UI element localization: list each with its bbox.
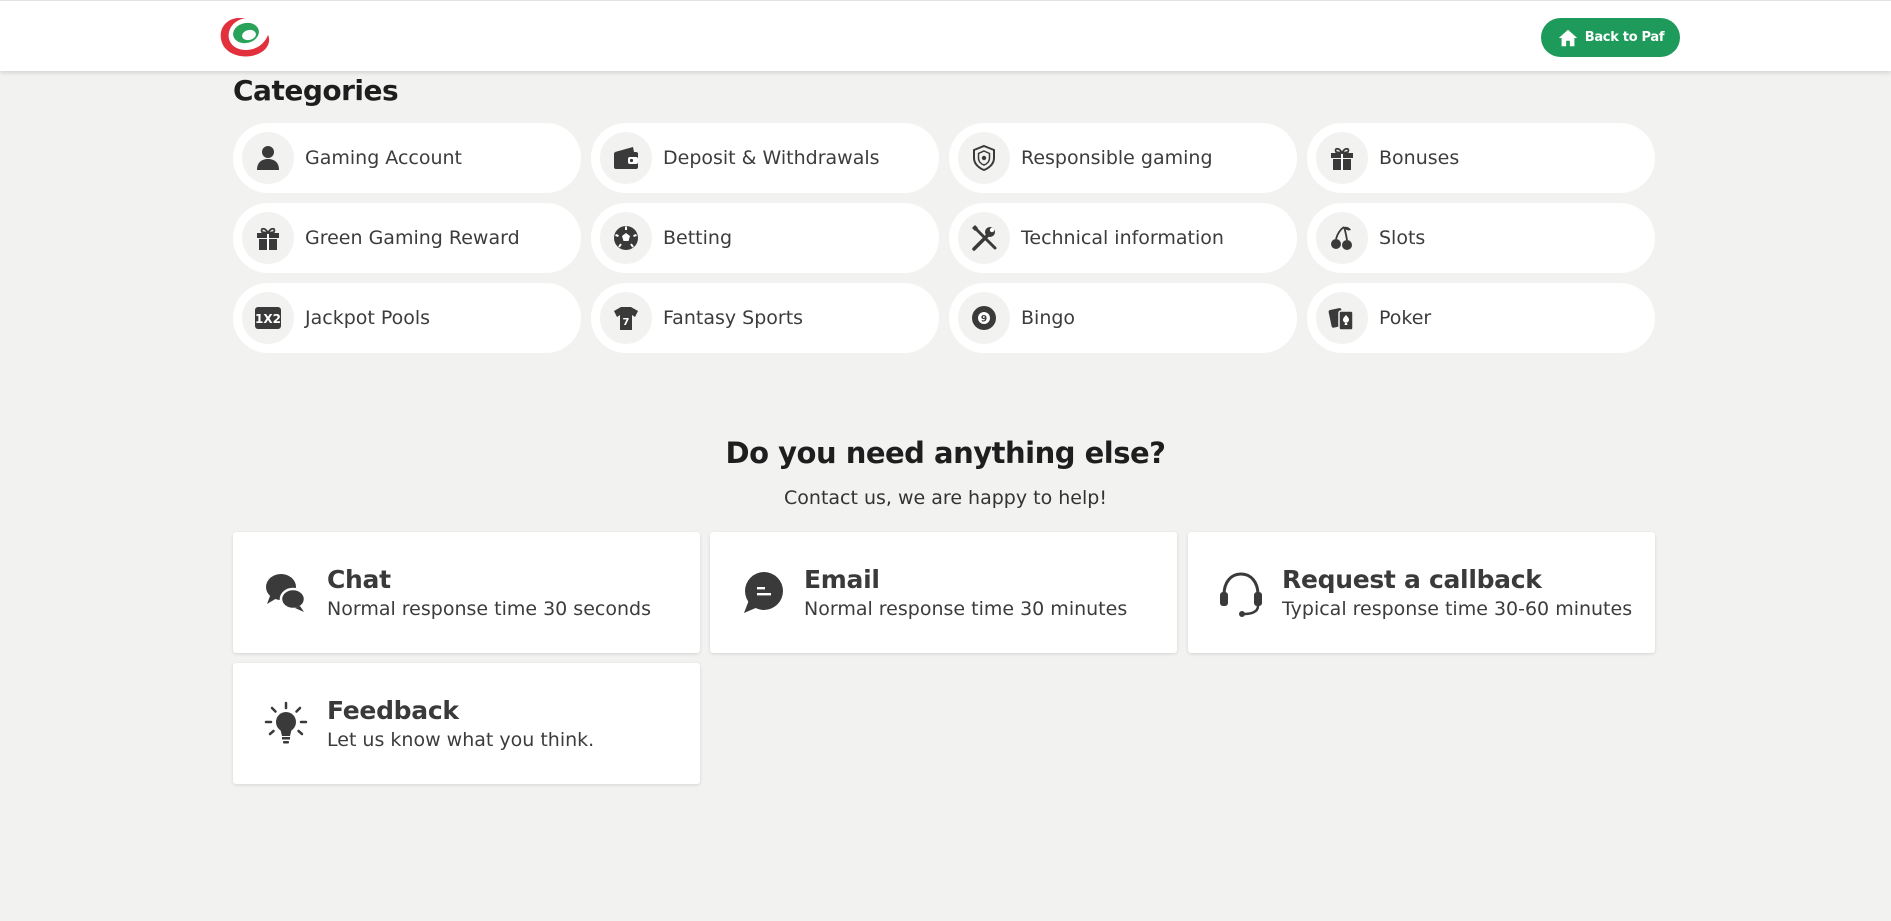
bingo-ball-icon-text: 9 xyxy=(981,315,987,325)
category-bingo[interactable]: 9 Bingo xyxy=(949,283,1297,353)
category-label: Green Gaming Reward xyxy=(305,227,520,249)
shield-icon xyxy=(958,132,1010,184)
category-label: Bingo xyxy=(1021,307,1076,329)
gift-icon xyxy=(1316,132,1368,184)
back-to-paf-label: Back to Paf xyxy=(1584,30,1665,45)
category-label: Fantasy Sports xyxy=(663,307,804,329)
categories-grid: Gaming Account Deposit & Withdrawals Res… xyxy=(233,123,1655,353)
category-bonuses[interactable]: Bonuses xyxy=(1307,123,1655,193)
wallet-icon xyxy=(600,132,652,184)
jersey-icon-text: 7 xyxy=(623,317,630,328)
category-gaming-account[interactable]: Gaming Account xyxy=(233,123,581,193)
callback-title: Request a callback xyxy=(1282,565,1542,594)
bingo-ball-icon: 9 xyxy=(958,292,1010,344)
paf-logo[interactable] xyxy=(215,13,273,61)
help-subtitle: Contact us, we are happy to help! xyxy=(784,487,1107,509)
category-green-gaming-reward[interactable]: Green Gaming Reward xyxy=(233,203,581,273)
cards-icon xyxy=(1316,292,1368,344)
top-bar: Back to Paf xyxy=(0,0,1891,71)
category-label: Deposit & Withdrawals xyxy=(663,147,880,169)
headset-icon xyxy=(1215,567,1267,619)
chat-bubbles-icon xyxy=(260,567,312,619)
category-deposit-withdrawals[interactable]: Deposit & Withdrawals xyxy=(591,123,939,193)
feedback-description: Let us know what you think. xyxy=(327,729,595,751)
lightbulb-icon xyxy=(260,698,312,750)
home-icon xyxy=(1558,29,1577,46)
category-label: Poker xyxy=(1379,307,1432,329)
cherries-icon xyxy=(1316,212,1368,264)
gift-icon xyxy=(242,212,294,264)
callback-card[interactable]: Request a callback Typical response time… xyxy=(1188,532,1655,653)
message-bubble-icon xyxy=(737,567,789,619)
category-jackpot-pools[interactable]: 1X2 Jackpot Pools xyxy=(233,283,581,353)
1x2-icon-text: 1X2 xyxy=(255,312,281,326)
help-heading: Do you need anything else? xyxy=(725,436,1166,470)
chat-description: Normal response time 30 seconds xyxy=(327,598,651,620)
person-icon xyxy=(242,132,294,184)
category-label: Slots xyxy=(1379,227,1426,249)
category-technical-information[interactable]: Technical information xyxy=(949,203,1297,273)
category-responsible-gaming[interactable]: Responsible gaming xyxy=(949,123,1297,193)
categories-heading: Categories xyxy=(233,74,399,107)
category-poker[interactable]: Poker xyxy=(1307,283,1655,353)
category-label: Jackpot Pools xyxy=(305,307,431,329)
soccer-ball-icon xyxy=(600,212,652,264)
category-slots[interactable]: Slots xyxy=(1307,203,1655,273)
1x2-icon: 1X2 xyxy=(242,292,294,344)
category-label: Gaming Account xyxy=(305,147,463,169)
tools-icon xyxy=(958,212,1010,264)
category-betting[interactable]: Betting xyxy=(591,203,939,273)
chat-title: Chat xyxy=(327,565,391,594)
chat-card[interactable]: Chat Normal response time 30 seconds xyxy=(233,532,700,653)
category-label: Responsible gaming xyxy=(1021,147,1213,169)
category-label: Betting xyxy=(663,227,733,249)
feedback-title: Feedback xyxy=(327,696,459,725)
email-title: Email xyxy=(804,565,880,594)
email-card[interactable]: Email Normal response time 30 minutes xyxy=(710,532,1177,653)
category-label: Technical information xyxy=(1021,227,1224,249)
feedback-card[interactable]: Feedback Let us know what you think. xyxy=(233,663,700,784)
category-label: Bonuses xyxy=(1379,147,1460,169)
category-fantasy-sports[interactable]: 7 Fantasy Sports xyxy=(591,283,939,353)
jersey-icon: 7 xyxy=(600,292,652,344)
back-to-paf-button[interactable]: Back to Paf xyxy=(1541,18,1680,57)
callback-description: Typical response time 30-60 minutes xyxy=(1282,598,1633,620)
email-description: Normal response time 30 minutes xyxy=(804,598,1128,620)
